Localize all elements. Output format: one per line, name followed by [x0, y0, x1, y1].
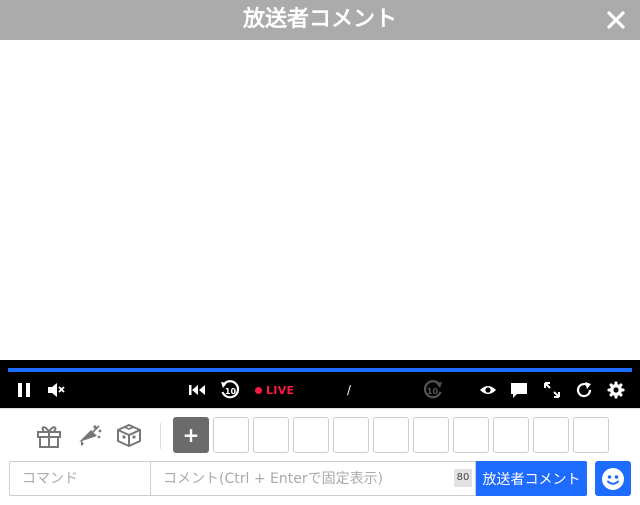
- emoji-button[interactable]: [595, 461, 631, 496]
- fullscreen-icon: [544, 382, 560, 398]
- rewind-10-icon: 10: [221, 380, 240, 399]
- reload-icon: [576, 382, 592, 398]
- send-broadcaster-comment-button[interactable]: 放送者コメント: [476, 461, 587, 496]
- skip-to-start-button[interactable]: [186, 378, 208, 402]
- char-counter: 80: [454, 469, 472, 487]
- template-slot[interactable]: [253, 417, 289, 453]
- smiley-icon: [602, 467, 624, 490]
- template-slot[interactable]: [493, 417, 529, 453]
- comment-toolbar: + 80 放送者コメント: [0, 408, 640, 505]
- template-slot[interactable]: [333, 417, 369, 453]
- progress-bar[interactable]: [8, 368, 632, 372]
- mute-icon: [48, 383, 65, 397]
- advertise-button[interactable]: [74, 421, 104, 449]
- comment-display-area: [0, 40, 640, 360]
- live-label: LIVE: [266, 383, 295, 397]
- player-controls: 10 LIVE / 10: [0, 360, 640, 408]
- toolbar-divider: [160, 423, 161, 449]
- comment-icon: [511, 382, 527, 398]
- time-separator: /: [347, 383, 352, 397]
- close-button[interactable]: [604, 6, 628, 34]
- nicoad-box-icon: [117, 423, 141, 448]
- template-slot[interactable]: [413, 417, 449, 453]
- template-slot[interactable]: [533, 417, 569, 453]
- gift-button[interactable]: [34, 421, 64, 449]
- svg-text:10: 10: [225, 387, 237, 396]
- rewind-10-button[interactable]: 10: [218, 378, 242, 402]
- reload-button[interactable]: [572, 378, 596, 402]
- eye-icon: [480, 386, 496, 394]
- forward-10-icon: 10: [423, 380, 442, 399]
- skip-to-start-icon: [189, 385, 205, 395]
- window-title: 放送者コメント: [242, 7, 397, 32]
- command-input[interactable]: [9, 461, 151, 496]
- pause-button[interactable]: [14, 378, 34, 402]
- close-icon: [607, 11, 625, 29]
- advertise-icon: [79, 425, 102, 446]
- template-slot[interactable]: [373, 417, 409, 453]
- comment-input[interactable]: [150, 461, 476, 496]
- svg-text:10: 10: [427, 387, 439, 396]
- forward-10-button[interactable]: 10: [421, 378, 445, 402]
- live-dot: [255, 386, 262, 394]
- comment-toggle-button[interactable]: [507, 378, 531, 402]
- live-indicator[interactable]: LIVE: [255, 380, 294, 400]
- mute-button[interactable]: [45, 378, 67, 402]
- settings-icon: [607, 381, 625, 399]
- add-template-button[interactable]: +: [173, 417, 209, 453]
- view-count-button[interactable]: [476, 378, 500, 402]
- template-slot[interactable]: [293, 417, 329, 453]
- gift-icon: [37, 426, 61, 448]
- template-slot[interactable]: [213, 417, 249, 453]
- nicoad-box-button[interactable]: [114, 421, 144, 449]
- settings-button[interactable]: [604, 378, 628, 402]
- template-slot[interactable]: [573, 417, 609, 453]
- template-slot[interactable]: [453, 417, 489, 453]
- title-bar: 放送者コメント: [0, 0, 640, 40]
- fullscreen-button[interactable]: [540, 378, 564, 402]
- pause-icon: [18, 383, 30, 397]
